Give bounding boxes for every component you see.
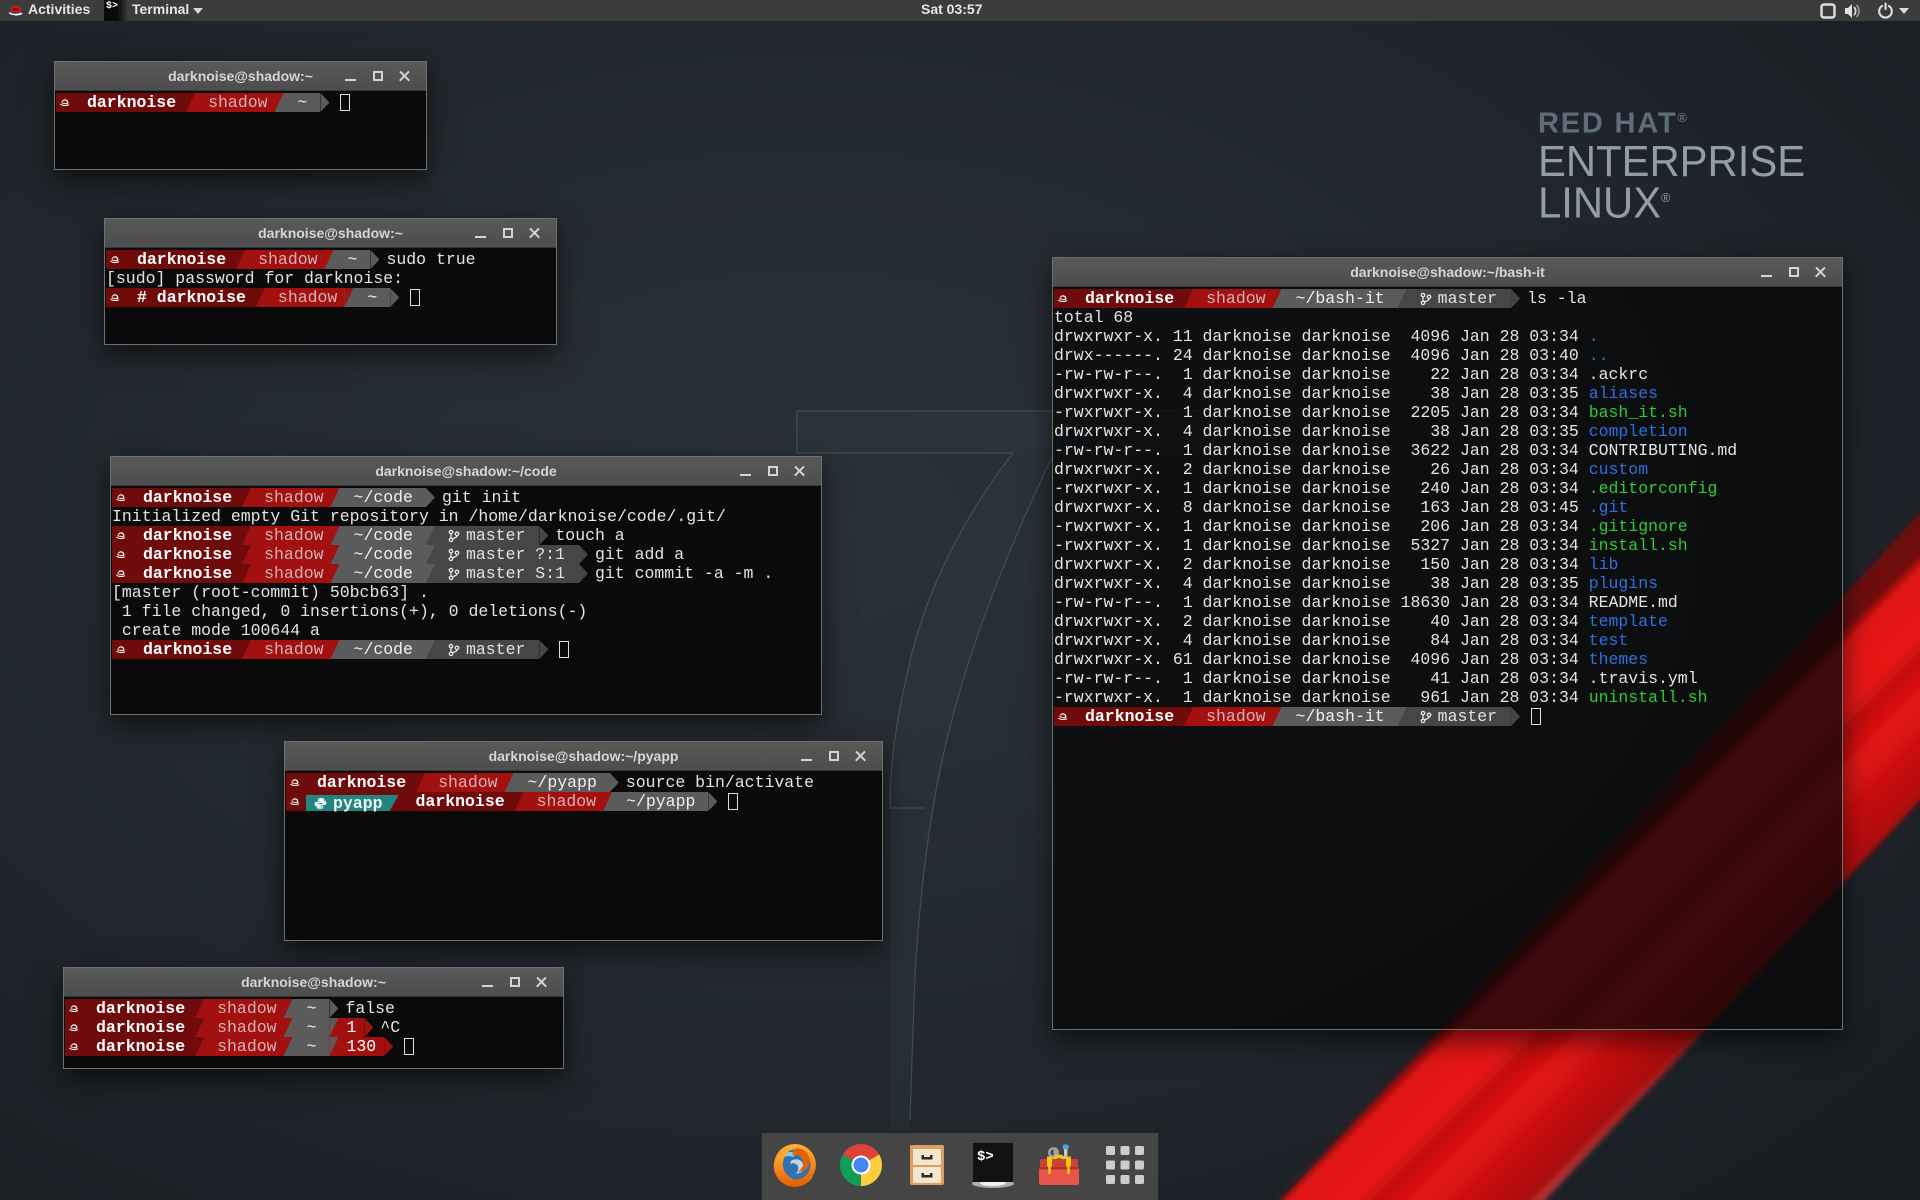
svg-text:$>: $>	[977, 1149, 994, 1165]
